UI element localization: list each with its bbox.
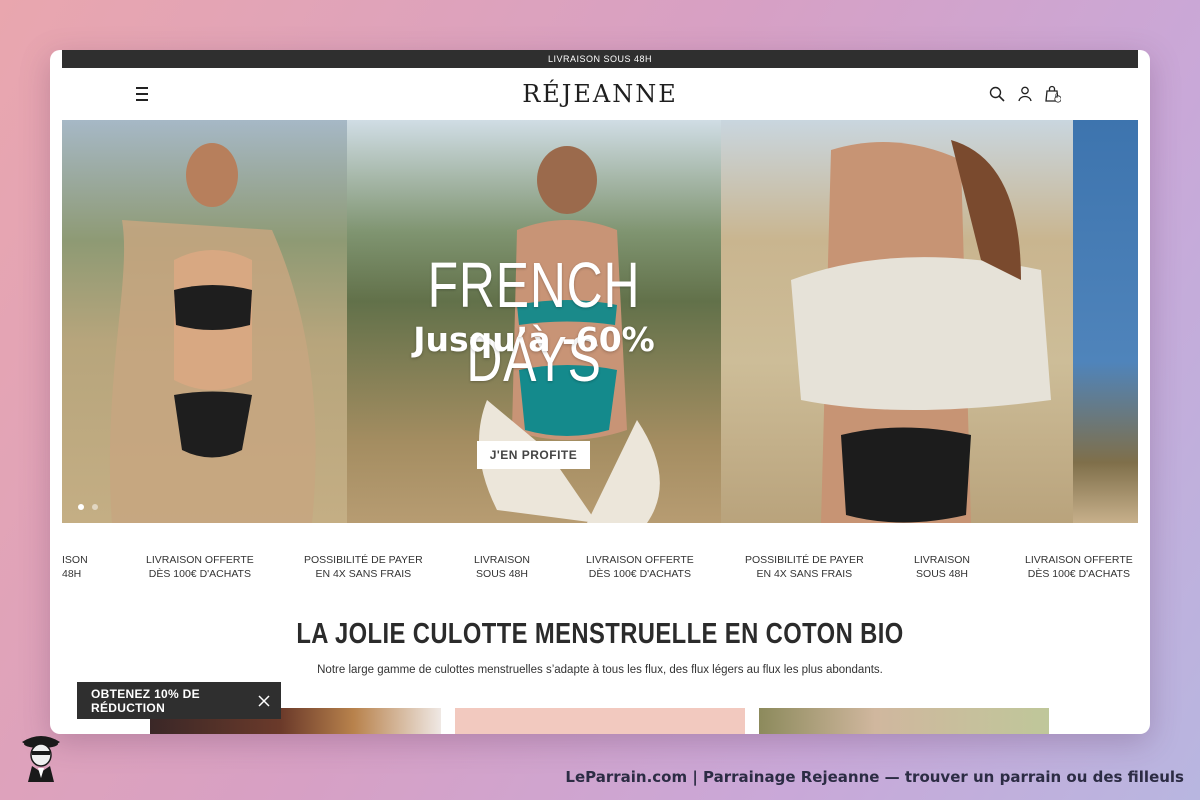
benefit-line: DÈS 100€ D'ACHATS — [1027, 568, 1130, 580]
hero-cta-button[interactable]: J'EN PROFITE — [477, 441, 590, 469]
site-logo[interactable]: RÉJEANNE — [522, 80, 678, 108]
hero-banner[interactable]: FRENCH DAYS Jusqu’à -60% J'EN PROFITE — [62, 120, 1138, 523]
footer-caption: LeParrain.com | Parrainage Rejeanne — tr… — [565, 768, 1184, 786]
hero-photo-3 — [721, 120, 1073, 523]
section-description: Notre large gamme de culottes menstruell… — [317, 664, 883, 676]
benefit-line: LIVRAISON OFFERTE — [1025, 554, 1133, 566]
section-title: LA JOLIE CULOTTE MENSTRUELLE EN COTON BI… — [296, 618, 904, 650]
benefit-line: EN 4X SANS FRAIS — [756, 568, 853, 580]
benefit-item: POSSIBILITÉ DE PAYER EN 4X SANS FRAIS — [745, 553, 864, 581]
benefit-item: LIVRAISON SOUS 48H — [914, 553, 970, 581]
benefit-item: LIVRAISON SOUS 48H — [474, 553, 530, 581]
product-card[interactable] — [759, 708, 1049, 734]
announcement-bar: LIVRAISON SOUS 48H — [62, 50, 1138, 68]
hero-photo-4 — [1073, 120, 1138, 523]
benefit-item: ISON 48H — [62, 553, 88, 581]
benefit-item: LIVRAISON OFFERTE DÈS 100€ D'ACHATS — [586, 553, 694, 581]
benefit-line: SOUS 48H — [916, 568, 968, 580]
announcement-text: LIVRAISON SOUS 48H — [547, 54, 653, 64]
benefit-item: LIVRAISON OFFERTE DÈS 100€ D'ACHATS — [146, 553, 254, 581]
benefit-line: POSSIBILITÉ DE PAYER — [304, 554, 423, 566]
benefit-line: POSSIBILITÉ DE PAYER — [745, 554, 864, 566]
hero-subtitle: Jusqu’à -60% — [413, 320, 655, 359]
benefit-line: ISON — [62, 554, 88, 566]
menu-icon[interactable] — [136, 87, 156, 101]
benefit-line: LIVRAISON OFFERTE — [146, 554, 254, 566]
discount-popup[interactable]: OBTENEZ 10% DE RÉDUCTION — [77, 682, 281, 719]
benefit-line: EN 4X SANS FRAIS — [315, 568, 412, 580]
browser-window: LIVRAISON SOUS 48H RÉJEANNE 0 FRENCH DAY… — [50, 50, 1150, 734]
cart-icon[interactable]: 0 — [1044, 85, 1062, 103]
model-illustration-3 — [791, 140, 1051, 523]
benefit-line: LIVRAISON OFFERTE — [586, 554, 694, 566]
cart-count: 0 — [1055, 94, 1059, 100]
benefit-item: LIVRAISON OFFERTE DÈS 100€ D'ACHATS — [1025, 553, 1133, 581]
account-icon[interactable] — [1016, 85, 1034, 103]
benefit-line: DÈS 100€ D'ACHATS — [588, 568, 691, 580]
benefit-line: LIVRAISON — [474, 554, 531, 566]
benefit-item: POSSIBILITÉ DE PAYER EN 4X SANS FRAIS — [304, 553, 423, 581]
discount-label[interactable]: OBTENEZ 10% DE RÉDUCTION — [91, 687, 257, 715]
search-icon[interactable] — [988, 85, 1006, 103]
benefit-line: LIVRAISON — [914, 554, 971, 566]
close-icon[interactable] — [257, 694, 271, 708]
slider-dot[interactable] — [92, 504, 98, 510]
benefit-line: DÈS 100€ D'ACHATS — [148, 568, 251, 580]
leparrain-logo-icon — [16, 728, 66, 782]
site-header: RÉJEANNE 0 — [62, 68, 1138, 120]
benefit-line: SOUS 48H — [476, 568, 528, 580]
slider-dot[interactable] — [78, 504, 84, 510]
benefit-line: 48H — [62, 568, 82, 580]
slider-dots — [78, 504, 98, 510]
model-illustration-1 — [109, 143, 316, 523]
hero-photo-1 — [62, 120, 347, 523]
product-card[interactable] — [455, 708, 745, 734]
benefits-strip: ISON 48H LIVRAISON OFFERTE DÈS 100€ D'ACHAT… — [62, 543, 1138, 593]
header-actions: 0 — [988, 85, 1062, 103]
